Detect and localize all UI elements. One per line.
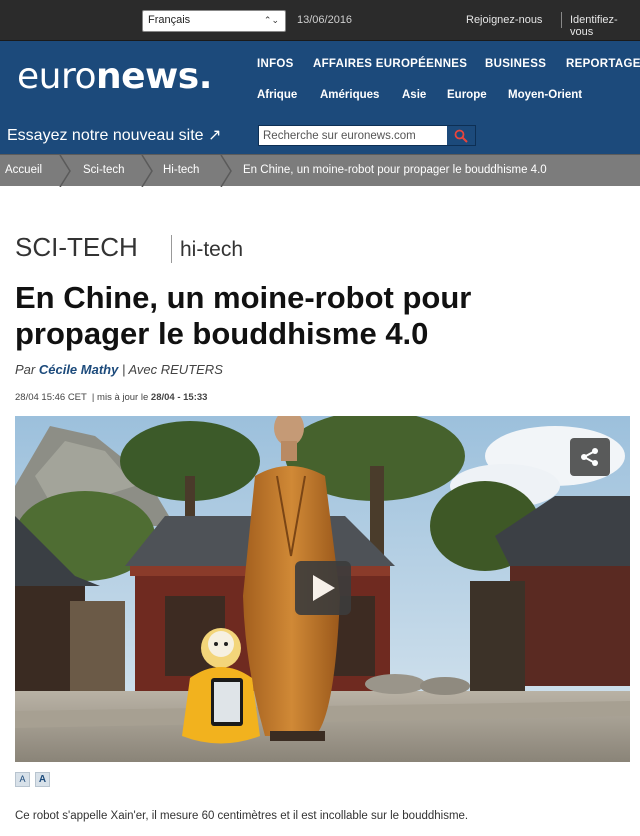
breadcrumb: Accueil Sci-tech Hi-tech En Chine, un mo… [0, 154, 640, 187]
byline-source: | Avec REUTERS [121, 362, 223, 377]
search-box[interactable]: Recherche sur euronews.com [258, 125, 476, 146]
current-date: 13/06/2016 [297, 14, 353, 26]
subsection-label[interactable]: hi-tech [180, 238, 243, 262]
byline-prefix: Par [15, 362, 36, 377]
breadcrumb-separator [141, 155, 153, 187]
breadcrumb-sci-tech[interactable]: Sci-tech [83, 164, 125, 176]
headline-line-1: En Chine, un moine-robot pour [15, 280, 472, 315]
nav-reportages[interactable]: REPORTAGES [566, 58, 640, 70]
article-headline: En Chine, un moine-robot pour propager l… [15, 280, 625, 352]
nav-affaires-europeennes[interactable]: AFFAIRES EUROPÉENNES [313, 58, 467, 70]
language-select-value: Français [148, 14, 191, 26]
increase-font-button[interactable]: A [35, 772, 50, 787]
decrease-font-button[interactable]: A [15, 772, 30, 787]
author-link[interactable]: Cécile Mathy [39, 362, 118, 377]
search-button[interactable] [447, 126, 475, 145]
site-header: euronews. INFOS AFFAIRES EUROPÉENNES BUS… [0, 41, 640, 154]
nav-europe[interactable]: Europe [447, 89, 487, 101]
byline: Par Cécile Mathy | Avec REUTERS [15, 362, 223, 377]
divider [171, 235, 172, 263]
photo-caption: Ce robot s'appelle Xain'er, il mesure 60… [15, 810, 469, 822]
play-video-button[interactable] [295, 561, 351, 615]
updated-label: mis à jour le [97, 392, 149, 403]
search-icon [454, 129, 468, 143]
published-date: 28/04 15:46 CET [15, 392, 87, 403]
login-link[interactable]: Identifiez-vous [570, 14, 640, 38]
breadcrumb-separator [220, 155, 232, 187]
updated-date: 28/04 - 15:33 [150, 392, 208, 403]
share-button[interactable] [570, 438, 610, 476]
share-icon [581, 448, 598, 466]
try-new-site-link[interactable]: Essayez notre nouveau site ↗ [7, 125, 221, 145]
headline-line-2: propager le bouddhisme 4.0 [15, 316, 429, 351]
nav-afrique[interactable]: Afrique [257, 89, 297, 101]
section-label[interactable]: SCI-TECH [15, 232, 138, 263]
chevron-down-icon: ⌃⌄ [263, 15, 279, 25]
nav-moyen-orient[interactable]: Moyen-Orient [508, 89, 582, 101]
top-bar: Français ⌃⌄ 13/06/2016 Rejoignez-nous Id… [0, 0, 640, 41]
nav-ameriques[interactable]: Amériques [320, 89, 379, 101]
euronews-logo[interactable]: euronews. [17, 56, 212, 97]
logo-light-text: euro [17, 56, 97, 97]
nav-infos[interactable]: INFOS [257, 58, 294, 70]
breadcrumb-hi-tech[interactable]: Hi-tech [163, 164, 199, 176]
nav-business[interactable]: BUSINESS [485, 58, 546, 70]
play-icon [313, 575, 335, 601]
dateline: 28/04 15:46 CET | mis à jour le 28/04 - … [15, 392, 208, 403]
search-input[interactable]: Recherche sur euronews.com [263, 130, 416, 142]
nav-asie[interactable]: Asie [402, 89, 426, 101]
logo-bold-text: news. [96, 56, 212, 97]
join-link[interactable]: Rejoignez-nous [466, 14, 542, 26]
breadcrumb-current: En Chine, un moine-robot pour propager l… [243, 164, 547, 176]
language-select[interactable]: Français ⌃⌄ [142, 10, 286, 32]
breadcrumb-separator [59, 155, 71, 187]
divider [561, 12, 562, 28]
breadcrumb-home[interactable]: Accueil [5, 164, 42, 176]
